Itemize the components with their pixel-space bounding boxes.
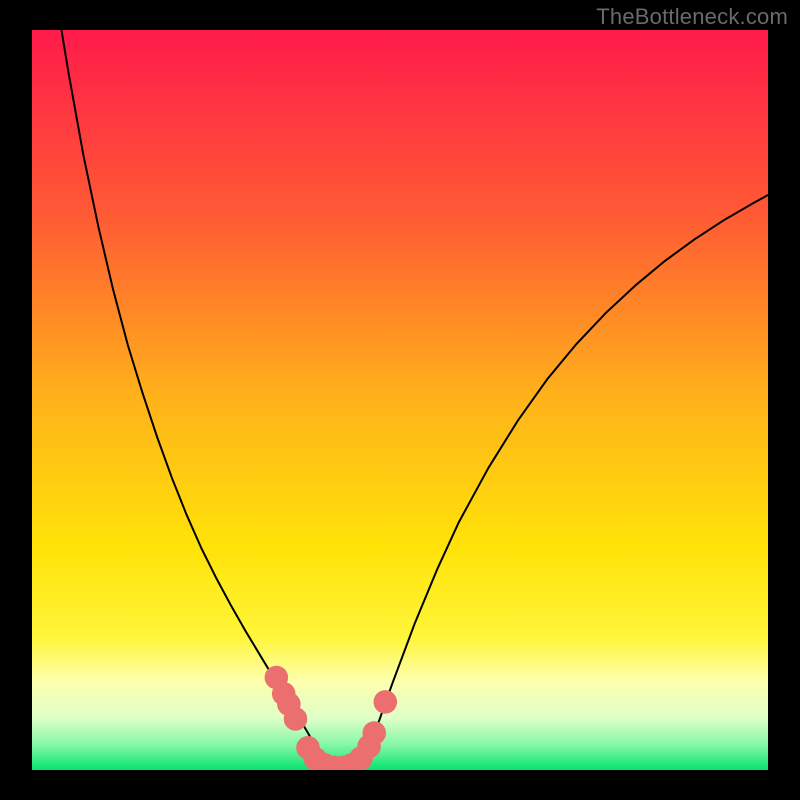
- chart-frame: TheBottleneck.com: [0, 0, 800, 800]
- marker-valley-band-8: [362, 721, 386, 745]
- watermark-text: TheBottleneck.com: [596, 4, 788, 30]
- marker-right-outlier-0: [374, 690, 398, 714]
- chart-background: [32, 30, 768, 770]
- chart-plot-area: [32, 30, 768, 770]
- chart-svg: [32, 30, 768, 770]
- marker-left-cluster-3: [284, 707, 308, 731]
